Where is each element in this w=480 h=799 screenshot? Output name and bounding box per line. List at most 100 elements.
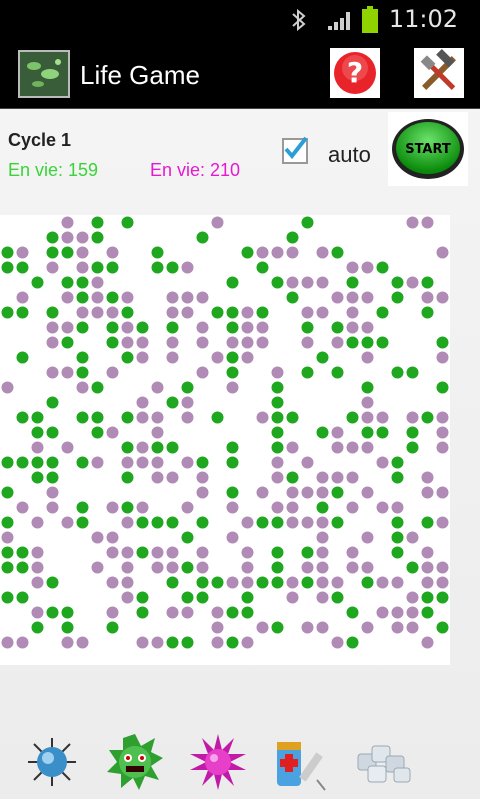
green-cell[interactable] — [271, 516, 284, 529]
pink-cell[interactable] — [166, 561, 179, 574]
green-cell[interactable] — [46, 231, 59, 244]
pink-cell[interactable] — [301, 336, 314, 349]
green-cell[interactable] — [166, 636, 179, 649]
green-cell[interactable] — [436, 591, 449, 604]
pink-cell[interactable] — [241, 306, 254, 319]
green-cell[interactable] — [376, 261, 389, 274]
green-cell[interactable] — [1, 561, 14, 574]
green-cell[interactable] — [151, 261, 164, 274]
green-cell[interactable] — [391, 456, 404, 469]
pink-cell[interactable] — [226, 381, 239, 394]
green-cell[interactable] — [271, 546, 284, 559]
green-cell[interactable] — [166, 576, 179, 589]
pink-cell[interactable] — [406, 276, 419, 289]
pink-cell[interactable] — [181, 456, 194, 469]
pink-cell[interactable] — [286, 441, 299, 454]
green-cell[interactable] — [91, 426, 104, 439]
pink-cell[interactable] — [16, 636, 29, 649]
green-cell[interactable] — [376, 336, 389, 349]
green-cell[interactable] — [226, 306, 239, 319]
green-cell[interactable] — [331, 366, 344, 379]
green-cell[interactable] — [16, 261, 29, 274]
green-cell[interactable] — [166, 516, 179, 529]
green-cell[interactable] — [241, 246, 254, 259]
help-button[interactable]: ? — [330, 48, 380, 98]
pink-cell[interactable] — [196, 486, 209, 499]
pink-cell[interactable] — [76, 381, 89, 394]
pink-cell[interactable] — [136, 456, 149, 469]
pink-cell[interactable] — [46, 261, 59, 274]
pink-cell[interactable] — [316, 561, 329, 574]
pink-cell[interactable] — [406, 606, 419, 619]
green-cell[interactable] — [226, 351, 239, 364]
pink-cell[interactable] — [316, 516, 329, 529]
green-cell[interactable] — [16, 561, 29, 574]
pink-cell[interactable] — [271, 246, 284, 259]
pink-cell[interactable] — [361, 291, 374, 304]
pink-cell[interactable] — [256, 321, 269, 334]
green-cell[interactable] — [241, 606, 254, 619]
pink-cell[interactable] — [241, 636, 254, 649]
green-cell[interactable] — [271, 411, 284, 424]
green-cell[interactable] — [16, 306, 29, 319]
pink-cell[interactable] — [241, 321, 254, 334]
pink-cell[interactable] — [391, 501, 404, 514]
green-cell[interactable] — [271, 396, 284, 409]
green-cell[interactable] — [211, 411, 224, 424]
pink-cell[interactable] — [241, 546, 254, 559]
pink-cell[interactable] — [106, 531, 119, 544]
green-cell[interactable] — [46, 456, 59, 469]
pink-cell[interactable] — [196, 561, 209, 574]
pink-cell[interactable] — [436, 411, 449, 424]
green-cell[interactable] — [151, 516, 164, 529]
pink-cell[interactable] — [376, 456, 389, 469]
green-cell[interactable] — [16, 411, 29, 424]
pink-cell[interactable] — [421, 216, 434, 229]
green-cell[interactable] — [91, 411, 104, 424]
green-cell[interactable] — [16, 591, 29, 604]
green-cell[interactable] — [211, 306, 224, 319]
pink-cell[interactable] — [361, 261, 374, 274]
pink-cell[interactable] — [136, 411, 149, 424]
pink-cell[interactable] — [151, 411, 164, 424]
green-cell[interactable] — [166, 441, 179, 454]
green-cell[interactable] — [301, 321, 314, 334]
green-cell[interactable] — [361, 381, 374, 394]
pink-cell[interactable] — [121, 336, 134, 349]
pink-cell[interactable] — [31, 546, 44, 559]
green-cell[interactable] — [346, 336, 359, 349]
pink-cell[interactable] — [196, 471, 209, 484]
pink-cell[interactable] — [16, 501, 29, 514]
green-cell[interactable] — [436, 621, 449, 634]
start-button[interactable]: START — [388, 112, 468, 186]
pink-cell[interactable] — [196, 546, 209, 559]
pink-cell[interactable] — [46, 366, 59, 379]
pink-cell[interactable] — [76, 306, 89, 319]
green-cell[interactable] — [271, 381, 284, 394]
pink-cell[interactable] — [181, 411, 194, 424]
pink-cell[interactable] — [151, 636, 164, 649]
pink-cell[interactable] — [316, 531, 329, 544]
green-cell[interactable] — [136, 321, 149, 334]
pink-cell[interactable] — [91, 561, 104, 574]
pink-cell[interactable] — [136, 636, 149, 649]
green-cell[interactable] — [91, 381, 104, 394]
pink-cell[interactable] — [256, 336, 269, 349]
green-cell[interactable] — [391, 276, 404, 289]
pink-cell[interactable] — [331, 636, 344, 649]
green-cell[interactable] — [151, 441, 164, 454]
green-cell[interactable] — [46, 306, 59, 319]
green-cell[interactable] — [76, 351, 89, 364]
pink-cell[interactable] — [91, 291, 104, 304]
green-cell[interactable] — [391, 291, 404, 304]
green-cell[interactable] — [436, 381, 449, 394]
green-cell[interactable] — [286, 291, 299, 304]
green-cell[interactable] — [286, 231, 299, 244]
pink-cell[interactable] — [211, 216, 224, 229]
green-cell[interactable] — [1, 246, 14, 259]
green-cell[interactable] — [16, 546, 29, 559]
pink-cell[interactable] — [361, 441, 374, 454]
green-cell[interactable] — [181, 381, 194, 394]
pink-cell[interactable] — [331, 336, 344, 349]
green-cell[interactable] — [151, 246, 164, 259]
